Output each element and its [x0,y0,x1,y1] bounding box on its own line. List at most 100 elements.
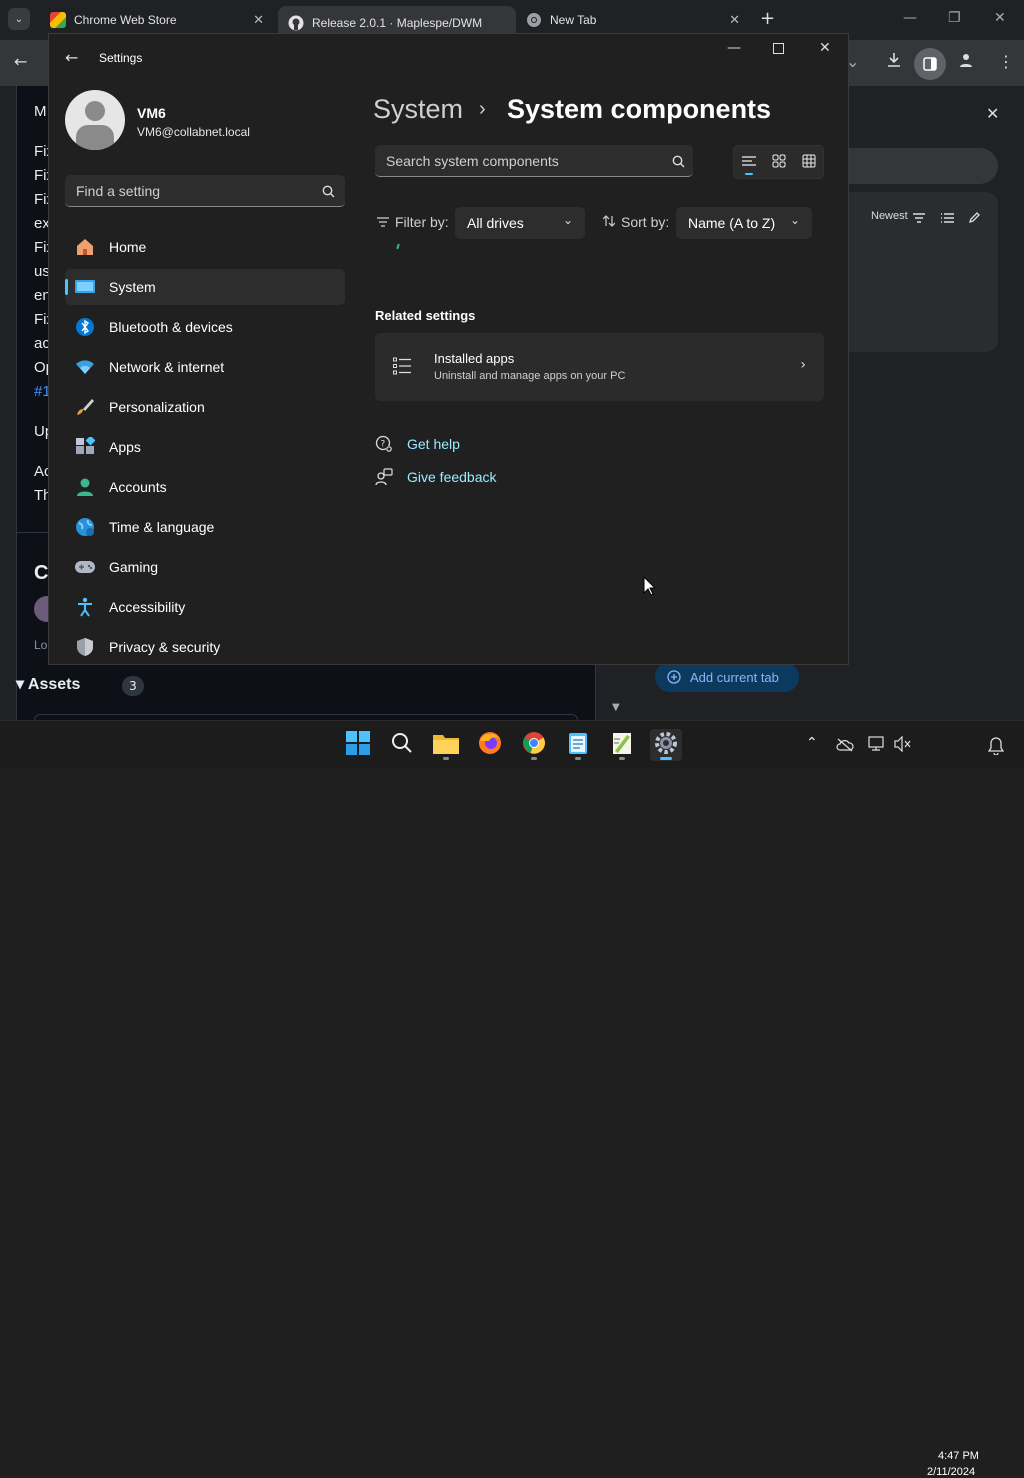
close-icon[interactable]: ✕ [986,104,999,123]
notification-bell-icon[interactable] [987,737,1005,759]
search-components-placeholder: Search system components [386,153,559,169]
assets-count-badge: 3 [122,676,144,696]
edit-icon[interactable] [968,209,980,228]
user-avatar[interactable] [65,90,125,150]
add-circle-icon [667,670,681,684]
filter-dropdown[interactable]: All drives ⌄ [455,207,585,239]
help-icon: ? [375,435,395,453]
tab-chrome-web-store[interactable]: Chrome Web Store ✕ [40,6,272,34]
close-window-icon[interactable]: ✕ [994,10,1006,26]
chevron-down-icon: ⌄ [562,213,573,227]
search-button[interactable] [386,729,418,761]
tab-title: Chrome Web Store [74,13,177,27]
installed-apps-link[interactable]: Installed apps Uninstall and manage apps… [375,333,824,401]
minimize-icon[interactable]: — [903,10,917,26]
shield-icon [75,637,95,657]
show-hidden-icons-icon[interactable]: ⌃ [806,735,818,751]
sidebar-item-gaming[interactable]: Gaming [65,549,345,585]
search-components-input[interactable]: Search system components [375,145,693,177]
search-icon [322,183,335,202]
sidebar-item-privacy[interactable]: Privacy & security [65,629,345,665]
close-icon[interactable]: ✕ [253,12,264,28]
maximize-icon[interactable] [773,42,784,58]
side-panel-selector[interactable] [848,148,998,184]
sort-label-text: Sort by: [621,214,670,230]
folder-icon [433,732,459,758]
chrome-icon [522,731,546,759]
sort-label[interactable]: Newest [871,210,908,222]
sidebar-item-label: System [109,279,156,295]
chrome-web-store-icon [50,12,66,28]
sidebar-item-personalization[interactable]: Personalization [65,389,345,425]
sidebar-item-label: Home [109,239,147,255]
filter-label: Filter by: [377,214,449,230]
tab-search-button[interactable]: ⌄ [8,8,30,30]
start-button[interactable] [342,729,374,761]
sidebar-item-label: Accounts [109,479,167,495]
sidebar-item-system[interactable]: System [65,269,345,305]
filter-icon[interactable] [912,209,926,228]
running-indicator [575,757,581,760]
caret-down-icon: ▾ [16,676,28,693]
clock-time[interactable]: 4:47 PM [938,1450,979,1462]
add-current-tab-button[interactable]: Add current tab [655,662,799,692]
get-help-label: Get help [407,436,460,452]
mouse-cursor-icon [643,575,657,600]
close-icon[interactable]: ✕ [729,12,740,28]
get-help-link[interactable]: ? Get help [375,435,460,453]
back-arrow-icon[interactable]: ← [65,48,78,67]
sidebar-item-label: Privacy & security [109,639,221,655]
search-icon [672,153,685,172]
restore-icon[interactable]: ❐ [948,10,961,26]
tab-title: New Tab [550,13,597,27]
tab-new-tab[interactable]: New Tab ✕ [516,6,748,34]
running-indicator [531,757,537,760]
sidebar-item-label: Apps [109,439,141,455]
find-setting-input[interactable]: Find a setting [65,175,345,207]
file-explorer-button[interactable] [430,729,462,761]
sidebar-item-label: Accessibility [109,599,186,615]
volume-muted-icon[interactable] [894,735,912,756]
minimize-icon[interactable]: — [727,40,741,56]
sidebar-item-time-language[interactable]: Time & language [65,509,345,545]
user-name: VM6 [137,105,166,121]
sidebar-item-accessibility[interactable]: Accessibility [65,589,345,625]
new-tab-button[interactable]: + [760,8,775,29]
onedrive-icon[interactable] [836,737,854,756]
svg-text:?: ? [381,440,386,450]
chrome-button[interactable] [518,729,550,761]
sort-value: Name (A to Z) [688,215,776,231]
sidebar-item-bluetooth[interactable]: Bluetooth & devices [65,309,345,345]
profile-icon[interactable] [958,52,974,72]
user-email: VM6@collabnet.local [137,125,250,139]
list-view-icon[interactable] [940,209,954,228]
sort-dropdown[interactable]: Name (A to Z) ⌄ [676,207,812,239]
grid-view-button[interactable] [794,146,824,178]
clock-date[interactable]: 2/11/2024 [927,1466,975,1478]
download-icon[interactable] [886,52,902,72]
sidebar-item-home[interactable]: Home [65,229,345,265]
home-icon [75,237,95,257]
scroll-down-arrow-icon[interactable]: ▼ [612,702,620,713]
view-mode-group [733,145,824,179]
notepad-button[interactable] [562,729,594,761]
page-title: System components [507,94,772,124]
sidebar-item-accounts[interactable]: Accounts [65,469,345,505]
notepadpp-button[interactable] [606,729,638,761]
tab-title: Release 2.0.1 · Maplespe/DWMBlurGlass [312,16,482,30]
side-panel-button[interactable] [914,48,946,80]
close-icon[interactable]: ✕ [819,40,831,56]
assets-toggle[interactable]: ▾ Assets [16,674,80,694]
tiles-view-button[interactable] [764,146,794,178]
more-menu-icon[interactable]: ⋮ [998,52,1014,71]
breadcrumb-parent[interactable]: System [373,94,463,125]
back-arrow-icon[interactable]: ← [14,52,27,71]
grid-view-icon [802,153,816,172]
give-feedback-link[interactable]: Give feedback [375,468,497,486]
sidebar-item-apps[interactable]: Apps [65,429,345,465]
firefox-button[interactable] [474,729,506,761]
sidebar-item-network[interactable]: Network & internet [65,349,345,385]
list-view-button[interactable] [734,146,764,178]
network-icon[interactable] [868,736,886,756]
settings-button[interactable] [650,729,682,761]
